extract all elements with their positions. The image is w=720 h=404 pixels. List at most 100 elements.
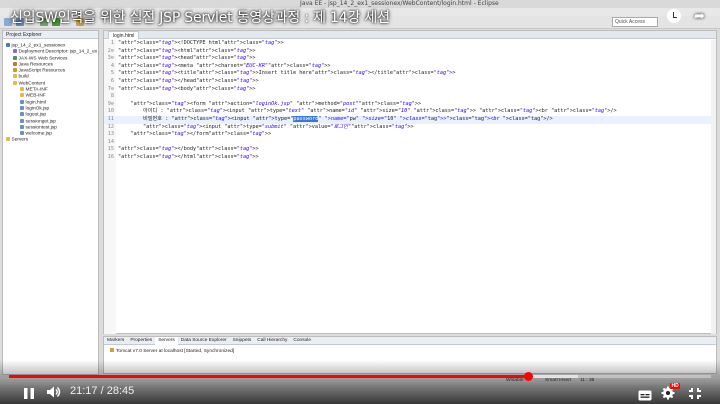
time-display: 21:17 / 28:45 (70, 385, 134, 397)
editor-scrollbar[interactable] (711, 40, 716, 334)
folder-icon (20, 87, 24, 92)
tree-item-label: JavaScript Resources (18, 68, 66, 74)
code-line[interactable]: 8 (104, 93, 716, 101)
code-line[interactable]: 10 아이디 : "attr">class="tag"><input "attr… (104, 108, 716, 116)
hd-badge: HD (670, 383, 681, 389)
bottom-panel-tabs: Markers Properties Servers Data Source Expl… (104, 337, 716, 345)
tab-markers[interactable]: Markers (104, 337, 127, 345)
tree-item-label: Java Resources (18, 62, 53, 68)
line-number: 6 (110, 77, 114, 84)
folder-icon (13, 80, 17, 85)
line-text: "attr">class="tag"><input "attr">type="s… (143, 123, 414, 130)
controls-gradient (0, 360, 720, 404)
code-line[interactable]: 16 "attr">class="tag"></html"attr">class=… (104, 154, 716, 162)
folder-icon (6, 137, 10, 142)
line-number: 9⊖ (107, 100, 114, 107)
line-text: "attr">class="tag"><!DOCTYPE html"attr">… (118, 40, 284, 46)
folder-icon (20, 93, 24, 98)
quick-access-input[interactable]: Quick Access (612, 17, 658, 27)
line-text: "attr">class="tag"></form"attr">class="t… (130, 131, 272, 138)
tab-data-source-explorer[interactable]: Data Source Explorer (178, 337, 230, 345)
tree-item-label: logout.jsp (25, 112, 47, 118)
line-number: 16 (107, 153, 114, 160)
code-editor[interactable]: login.html 1 "attr">class="tag"><!DOCTYPE… (103, 30, 717, 334)
file-icon (20, 124, 24, 129)
fullscreen-exit-icon[interactable] (688, 385, 702, 399)
tree-item-label: login.html (25, 99, 47, 105)
watch-later-icon[interactable] (667, 9, 681, 23)
file-icon (20, 99, 24, 104)
code-line[interactable]: 14 (104, 139, 716, 147)
code-line[interactable]: 15 "attr">class="tag"></body"attr">class=… (104, 146, 716, 154)
code-line[interactable]: 6 "attr">class="tag"></head"attr">class="… (104, 78, 716, 86)
selected-text: password (293, 115, 319, 122)
tree-item-label: WEB-INF (25, 93, 46, 99)
tree-item-label: WebContent (18, 81, 46, 87)
played-bar (9, 375, 529, 378)
video-title[interactable]: 신입SW인력을 위한 실전 JSP Servlet 동영상과정 : 제 14강 … (10, 7, 390, 27)
code-line[interactable]: 2⊖ "attr">class="tag"><html"attr">class="… (104, 48, 716, 56)
tree-item-label: loginOk.jsp (25, 106, 50, 112)
line-text: "attr">class="tag"></head"attr">class="t… (118, 77, 259, 84)
server-row-label: Tomcat v7.0 Server at localhost [Started… (116, 349, 235, 354)
settings-icon[interactable]: HD (661, 383, 681, 400)
editor-tab-bar: login.html (104, 31, 716, 39)
code-line[interactable]: 4 "attr">class="tag"><meta "attr">charset… (104, 63, 716, 71)
code-line[interactable]: 5 "attr">class="tag"><title"attr">class="… (104, 70, 716, 78)
tab-call-hierarchy[interactable]: Call Hierarchy (254, 337, 290, 345)
line-number: 10 (107, 108, 114, 115)
line-text: "attr">class="tag"><meta "attr">charset=… (118, 62, 331, 69)
tab-console[interactable]: Console (290, 337, 314, 345)
server-row[interactable]: Tomcat v7.0 Server at localhost [Started… (104, 345, 716, 357)
code-line[interactable]: 13 "attr">class="tag"></form"attr">class… (104, 131, 716, 139)
share-icon[interactable]: ➦ (694, 9, 705, 24)
subtitles-icon[interactable] (638, 386, 652, 401)
code-line[interactable]: 7⊖ "attr">class="tag"><body"attr">class="… (104, 86, 716, 94)
line-number: 7⊖ (107, 85, 114, 92)
progress-bar[interactable] (9, 372, 711, 381)
tab-properties[interactable]: Properties (127, 337, 155, 345)
code-line[interactable]: 1 "attr">class="tag"><!DOCTYPE html"attr"… (104, 40, 716, 48)
descriptor-icon (13, 49, 17, 54)
java-icon (13, 61, 17, 66)
line-text: "attr">class="tag"><title"attr">class="t… (118, 70, 456, 77)
line-text: "attr">class="tag"><html"attr">class="ta… (118, 47, 256, 54)
project-icon (6, 43, 10, 47)
window-title: Java EE - jsp_14_2_ex1_sessionex/WebCont… (300, 0, 499, 7)
pause-icon[interactable] (22, 385, 36, 399)
code-lines[interactable]: 1 "attr">class="tag"><!DOCTYPE html"attr"… (104, 40, 716, 162)
line-text: "attr">class="tag"></body"attr">class="t… (118, 146, 259, 153)
line-text: 아이디 : "attr">class="tag"><input "attr">t… (118, 108, 617, 115)
line-text: "attr">class="tag"></html"attr">class="t… (118, 153, 259, 160)
server-icon (110, 348, 114, 352)
line-text: "attr">class="tag"><head"attr">class="ta… (118, 55, 256, 62)
tree-item-label: JAX-WS Web Services (18, 55, 68, 61)
editor-tab-login-html[interactable]: login.html (108, 31, 140, 39)
code-line[interactable]: 3⊖ "attr">class="tag"><head"attr">class="… (104, 55, 716, 63)
time-current: 21:17 (70, 385, 98, 397)
volume-icon[interactable] (46, 384, 62, 398)
scrubber-handle[interactable] (523, 372, 533, 381)
line-number: 8 (110, 93, 114, 100)
code-line[interactable]: 11 비밀번호 : "attr">class="tag"><input "att… (104, 115, 716, 124)
screen: Java EE - jsp_14_2_ex1_sessionex/WebCont… (0, 0, 720, 404)
tab-servers[interactable]: Servers (155, 337, 178, 345)
line-text: 비밀번호 : "attr">class="tag"><input "attr">… (118, 115, 553, 122)
line-number: 13 (107, 131, 114, 138)
line-number: 2⊖ (107, 47, 114, 54)
project-explorer-tab[interactable]: Project Explorer (3, 31, 98, 39)
tree-item-label: sessiontest.jsp (25, 125, 57, 131)
webservice-icon (13, 55, 17, 60)
tree-item[interactable]: Servers (3, 137, 98, 143)
tree-item-label: welcome.jsp (25, 131, 52, 137)
tree-item-label: sessionget.jsp (25, 118, 56, 124)
time-separator: / (97, 385, 107, 397)
line-number: 15 (107, 146, 114, 153)
folder-icon (13, 74, 17, 79)
file-icon (20, 131, 24, 136)
tree-item-label: Servers (11, 137, 29, 143)
code-line[interactable]: 12 "attr">class="tag"><input "attr">type… (104, 124, 716, 132)
tab-snippets[interactable]: Snippets (230, 337, 255, 345)
line-number: 14 (107, 138, 114, 145)
tree-item-label: build (18, 74, 29, 80)
